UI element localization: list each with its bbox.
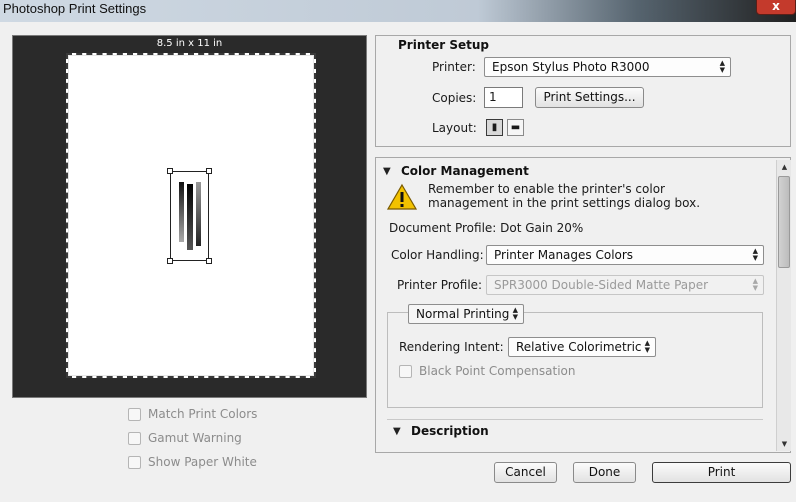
option-label: Match Print Colors xyxy=(148,407,258,421)
color-handling-value: Printer Manages Colors xyxy=(494,248,634,262)
resize-handle[interactable] xyxy=(167,168,173,174)
gamut-warning-checkbox[interactable] xyxy=(128,431,141,445)
scrollbar[interactable]: ▲ ▼ xyxy=(776,160,791,451)
print-settings-button[interactable]: Print Settings... xyxy=(535,87,644,108)
copies-label: Copies: xyxy=(432,91,477,105)
paper-size-label: 8.5 in x 11 in xyxy=(156,38,223,49)
warning-text-line2: management in the print settings dialog … xyxy=(428,196,701,210)
image-gradient-bar xyxy=(187,184,193,250)
printer-profile-label: Printer Profile: xyxy=(397,278,483,292)
printing-mode-value: Normal Printing xyxy=(416,307,510,321)
scroll-up-icon[interactable]: ▲ xyxy=(777,160,792,174)
rendering-intent-label: Rendering Intent: xyxy=(399,340,504,354)
print-preview: 8.5 in x 11 in xyxy=(12,35,367,398)
scroll-thumb[interactable] xyxy=(778,176,790,268)
image-gradient-bar xyxy=(179,182,184,242)
done-button[interactable]: Done xyxy=(573,462,636,483)
show-paper-white-option[interactable]: Show Paper White xyxy=(128,455,257,469)
collapse-triangle-icon[interactable]: ▼ xyxy=(393,426,401,437)
print-button[interactable]: Print xyxy=(652,462,791,483)
updown-arrows-icon: ▲ ▼ xyxy=(719,59,725,74)
option-label: Gamut Warning xyxy=(148,431,242,445)
printer-profile-select: SPR3000 Double-Sided Matte Paper ▲ ▼ xyxy=(486,275,764,295)
option-label: Black Point Compensation xyxy=(419,364,576,378)
copies-input[interactable]: 1 xyxy=(484,87,523,108)
printer-select[interactable]: Epson Stylus Photo R3000 ▲ ▼ xyxy=(484,57,731,77)
landscape-layout-icon[interactable]: ▬ xyxy=(507,119,524,136)
match-print-colors-option[interactable]: Match Print Colors xyxy=(128,407,257,421)
match-print-colors-checkbox[interactable] xyxy=(128,407,141,421)
updown-arrows-icon: ▲ ▼ xyxy=(752,277,758,292)
section-divider xyxy=(387,419,763,420)
color-handling-select[interactable]: Printer Manages Colors ▲ ▼ xyxy=(486,245,764,265)
collapse-triangle-icon[interactable]: ▼ xyxy=(383,166,391,177)
gamut-warning-option[interactable]: Gamut Warning xyxy=(128,431,242,445)
title-bar: Photoshop Print Settings x xyxy=(0,0,796,22)
printer-label: Printer: xyxy=(432,60,476,74)
document-profile-text: Document Profile: Dot Gain 20% xyxy=(389,221,584,235)
portrait-layout-icon[interactable]: ▮ xyxy=(486,119,503,136)
rendering-intent-select[interactable]: Relative Colorimetric ▲ ▼ xyxy=(508,337,656,357)
close-button[interactable]: x xyxy=(756,0,796,15)
updown-arrows-icon: ▲ ▼ xyxy=(512,306,518,321)
cancel-button[interactable]: Cancel xyxy=(494,462,557,483)
warning-text-line1: Remember to enable the printer's color xyxy=(428,182,665,196)
black-point-compensation-checkbox xyxy=(399,364,412,378)
printer-value: Epson Stylus Photo R3000 xyxy=(492,60,650,74)
printer-profile-value: SPR3000 Double-Sided Matte Paper xyxy=(494,278,709,292)
window-title: Photoshop Print Settings xyxy=(3,1,147,16)
black-point-compensation-option: Black Point Compensation xyxy=(399,364,576,378)
image-bounding-box[interactable] xyxy=(167,168,212,264)
show-paper-white-checkbox[interactable] xyxy=(128,455,141,469)
description-heading: Description xyxy=(411,424,489,438)
scroll-down-icon[interactable]: ▼ xyxy=(777,437,792,451)
printing-mode-select[interactable]: Normal Printing ▲ ▼ xyxy=(408,304,524,324)
rendering-options-group xyxy=(387,312,763,408)
printer-setup-heading: Printer Setup xyxy=(398,38,489,52)
rendering-intent-value: Relative Colorimetric xyxy=(516,340,642,354)
layout-label: Layout: xyxy=(432,121,477,135)
resize-handle[interactable] xyxy=(206,168,212,174)
resize-handle[interactable] xyxy=(167,258,173,264)
close-icon: x xyxy=(772,0,780,13)
color-handling-label: Color Handling: xyxy=(391,248,484,262)
image-gradient-bar xyxy=(196,182,201,246)
updown-arrows-icon: ▲ ▼ xyxy=(644,339,650,354)
option-label: Show Paper White xyxy=(148,455,257,469)
resize-handle[interactable] xyxy=(206,258,212,264)
warning-icon xyxy=(387,183,417,210)
color-management-heading: Color Management xyxy=(401,164,529,178)
updown-arrows-icon: ▲ ▼ xyxy=(752,247,758,262)
